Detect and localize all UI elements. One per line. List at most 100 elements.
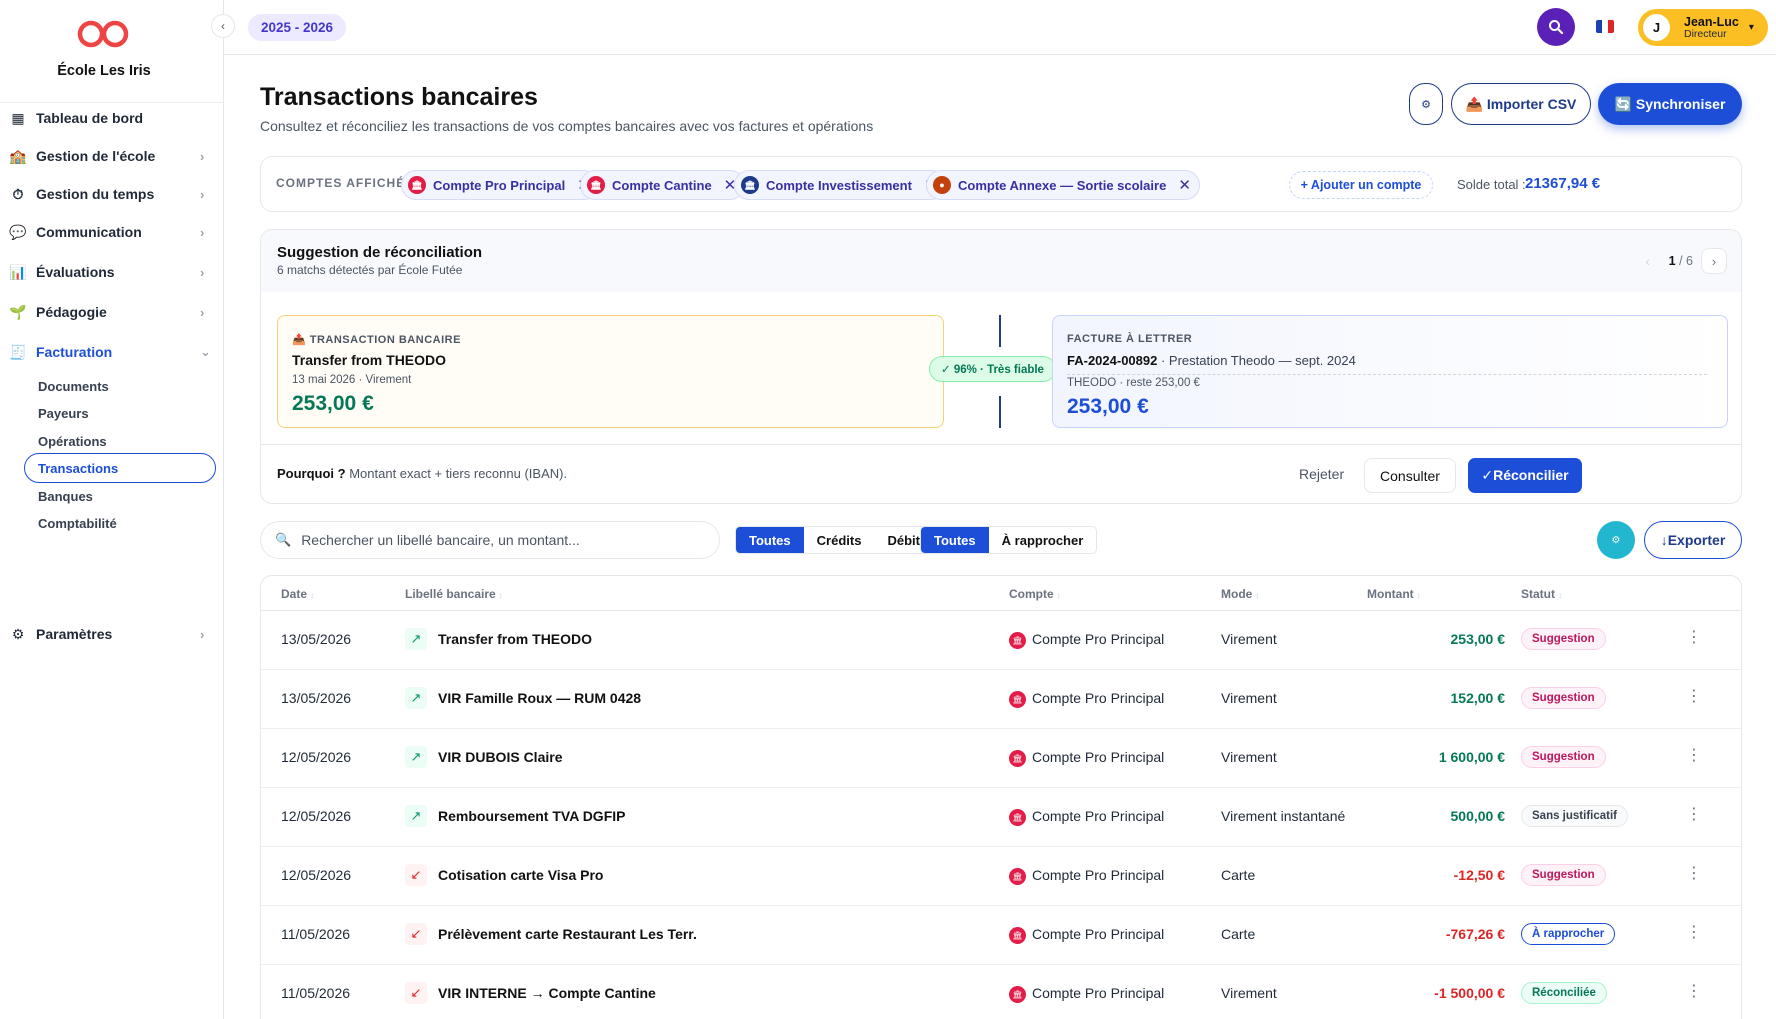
sidebar-item-0[interactable]: ▦ Tableau de bord bbox=[0, 102, 224, 134]
settings-button[interactable]: ⚙ bbox=[1409, 83, 1443, 125]
segment-option[interactable]: À rapprocher bbox=[989, 527, 1097, 553]
sidebar-subitem-1[interactable]: Payeurs bbox=[24, 398, 216, 428]
column-header[interactable]: Compte ↕ bbox=[1009, 587, 1061, 601]
avatar: J bbox=[1643, 14, 1670, 41]
school-name: École Les Iris bbox=[57, 63, 151, 79]
total-balance-value: 21367,94 € bbox=[1525, 175, 1601, 192]
row-label: Transfer from THEODO bbox=[438, 631, 593, 647]
sort-icon: ↕ bbox=[498, 591, 503, 600]
sidebar-subitem-3[interactable]: Transactions bbox=[24, 453, 216, 483]
reject-button[interactable]: Rejeter bbox=[1299, 466, 1344, 482]
chevron-down-icon: ▾ bbox=[1748, 22, 1754, 33]
row-date: 11/05/2026 bbox=[281, 926, 351, 942]
sidebar-item-label: Facturation bbox=[36, 344, 113, 360]
account-chip-2[interactable]: 🏛Compte Investissement✕ bbox=[734, 170, 946, 200]
table-row[interactable]: 13/05/2026 ↗ VIR Famille Roux — RUM 0428 🏛 C… bbox=[261, 670, 1741, 729]
add-account-button[interactable]: + Ajouter un compte bbox=[1289, 171, 1433, 199]
sidebar-item-4[interactable]: 📊 Évaluations › bbox=[0, 256, 224, 288]
row-amount: 152,00 € bbox=[1450, 690, 1506, 706]
import-csv-button[interactable]: 📤 Importer CSV bbox=[1451, 83, 1591, 125]
language-flag-icon[interactable] bbox=[1596, 20, 1614, 33]
row-account: Compte Pro Principal bbox=[1032, 690, 1165, 706]
more-options-icon[interactable]: ⋮ bbox=[1686, 804, 1702, 824]
flag-stripe-red bbox=[1608, 20, 1614, 33]
table-row[interactable]: 12/05/2026 ↙ Cotisation carte Visa Pro 🏛 Com… bbox=[261, 847, 1741, 906]
invoice-number: FA-2024-00892 bbox=[1067, 353, 1158, 368]
account-chip-0[interactable]: 🏛Compte Pro Principal✕ bbox=[401, 170, 599, 200]
suggestion-pager: ‹ 1 / 6 › bbox=[1635, 248, 1727, 274]
table-row[interactable]: 12/05/2026 ↗ Remboursement TVA DGFIP 🏛 Compt… bbox=[261, 788, 1741, 847]
column-header[interactable]: Libellé bancaire ↕ bbox=[405, 587, 503, 601]
account-chip-label: Compte Pro Principal bbox=[433, 177, 566, 193]
user-menu[interactable]: J Jean-Luc Directeur ▾ bbox=[1638, 9, 1768, 46]
suggestion-title: Suggestion de réconciliation bbox=[277, 244, 483, 261]
status-badge: Suggestion bbox=[1521, 628, 1606, 650]
segment-option[interactable]: Toutes bbox=[921, 527, 989, 553]
table-row[interactable]: 13/05/2026 ↗ Transfer from THEODO 🏛 Compte P… bbox=[261, 611, 1741, 670]
account-chip-3[interactable]: ● Compte Annexe — Sortie scolaire ✕ bbox=[926, 170, 1200, 200]
global-search-button[interactable] bbox=[1537, 8, 1575, 46]
school-icon: 🏫 bbox=[9, 147, 27, 164]
more-options-icon[interactable]: ⋮ bbox=[1686, 922, 1702, 942]
synchronize-button[interactable]: 🔄 Synchroniser bbox=[1598, 83, 1742, 125]
search-input[interactable] bbox=[301, 532, 702, 548]
close-icon[interactable]: ✕ bbox=[1178, 176, 1191, 194]
consult-button[interactable]: Consulter bbox=[1364, 458, 1456, 493]
more-options-icon[interactable]: ⋮ bbox=[1686, 627, 1702, 647]
column-header[interactable]: Statut ↕ bbox=[1521, 587, 1562, 601]
column-header[interactable]: Montant ↕ bbox=[1367, 587, 1421, 601]
school-logo-icon bbox=[77, 20, 129, 48]
collapse-sidebar-button[interactable]: ‹ bbox=[211, 14, 235, 38]
segment-option[interactable]: Crédits bbox=[804, 527, 875, 553]
sidebar-item-1[interactable]: 🏫 Gestion de l'école › bbox=[0, 140, 224, 172]
column-header[interactable]: Mode ↕ bbox=[1221, 587, 1259, 601]
chevron-icon: › bbox=[200, 264, 205, 280]
row-account: Compte Pro Principal bbox=[1032, 749, 1165, 765]
invoice-box[interactable]: FACTURE À LETTRER FA-2024-00892 · Presta… bbox=[1052, 315, 1728, 428]
sidebar-subitem-4[interactable]: Banques bbox=[24, 481, 216, 511]
segment-option[interactable]: Toutes bbox=[736, 527, 804, 553]
sidebar-subitem-2[interactable]: Opérations bbox=[24, 426, 216, 456]
column-header[interactable]: Date ↕ bbox=[281, 587, 314, 601]
chevron-icon: ⌄ bbox=[200, 344, 211, 359]
bank-transaction-box[interactable]: 📤 TRANSACTION BANCAIRE Transfer from THE… bbox=[277, 315, 944, 428]
sidebar-item-6[interactable]: 🧾 Facturation ⌄ bbox=[0, 336, 224, 368]
invoice-amount: 253,00 € bbox=[1067, 395, 1149, 418]
topbar: 2025 - 2026 J Jean-Luc Directeur ▾ bbox=[224, 0, 1776, 55]
previous-suggestion-button[interactable]: ‹ bbox=[1635, 248, 1661, 274]
reconciliation-suggestion: Suggestion de réconciliation 6 matchs dé… bbox=[260, 229, 1742, 504]
more-options-icon[interactable]: ⋮ bbox=[1686, 863, 1702, 883]
sort-icon: ↕ bbox=[1056, 591, 1061, 600]
sidebar-subitem-5[interactable]: Comptabilité bbox=[24, 508, 216, 538]
row-account: Compte Pro Principal bbox=[1032, 631, 1165, 647]
table-row[interactable]: 11/05/2026 ↙ VIR INTERNE → Compte Cantine 🏛… bbox=[261, 965, 1741, 1019]
more-options-icon[interactable]: ⋮ bbox=[1686, 745, 1702, 765]
sidebar-item-2[interactable]: ⏱ Gestion du temps › bbox=[0, 178, 224, 210]
row-date: 12/05/2026 bbox=[281, 749, 352, 765]
school-year-selector[interactable]: 2025 - 2026 bbox=[248, 14, 347, 41]
sidebar-subitem-0[interactable]: Documents bbox=[24, 371, 216, 401]
bank-icon: 🏛 bbox=[587, 176, 605, 194]
more-options-icon[interactable]: ⋮ bbox=[1686, 981, 1702, 1001]
sort-icon: ↕ bbox=[1416, 591, 1421, 600]
reconcile-button[interactable]: ✓Réconcilier bbox=[1468, 458, 1582, 493]
account-chip-1[interactable]: 🏛 Compte Cantine ✕ bbox=[580, 170, 746, 200]
sidebar-item-settings[interactable]: ⚙ Paramètres › bbox=[0, 618, 224, 650]
row-date: 13/05/2026 bbox=[281, 690, 352, 706]
table-row[interactable]: 12/05/2026 ↗ VIR DUBOIS Claire 🏛 Compte Pro … bbox=[261, 729, 1741, 788]
next-suggestion-button[interactable]: › bbox=[1701, 248, 1727, 274]
status-badge: Suggestion bbox=[1521, 864, 1606, 886]
suggestion-footer: Pourquoi ? Montant exact + tiers reconnu… bbox=[261, 444, 1741, 503]
sidebar-item-3[interactable]: 💬 Communication › bbox=[0, 216, 224, 248]
bank-icon: 🏛 bbox=[1009, 809, 1026, 826]
transaction-search[interactable]: 🔍 bbox=[260, 521, 720, 559]
transaction-amount: 253,00 € bbox=[292, 392, 374, 415]
gear-icon: ⚙ bbox=[1611, 534, 1621, 546]
advanced-filter-button[interactable]: ⚙ bbox=[1597, 521, 1635, 559]
arrow-up-right-icon: ↗ bbox=[405, 628, 427, 650]
table-row[interactable]: 11/05/2026 ↙ Prélèvement carte Restaurant … bbox=[261, 906, 1741, 965]
row-date: 13/05/2026 bbox=[281, 631, 352, 647]
sidebar-item-5[interactable]: 🌱 Pédagogie › bbox=[0, 296, 224, 328]
export-button[interactable]: ↓Exporter bbox=[1644, 521, 1742, 559]
more-options-icon[interactable]: ⋮ bbox=[1686, 686, 1702, 706]
